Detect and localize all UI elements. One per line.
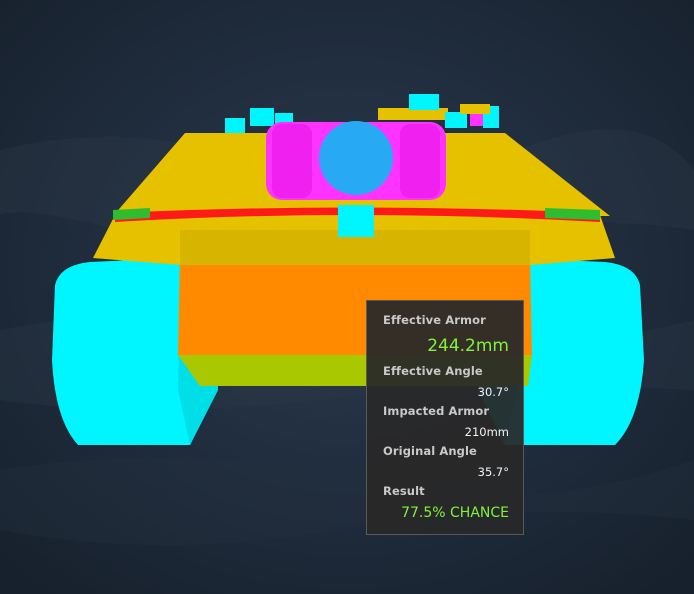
effective-angle-label: Effective Angle xyxy=(383,364,483,378)
result-label: Result xyxy=(383,484,425,498)
result-value: 77.5% CHANCE xyxy=(401,505,509,521)
original-angle-value: 35.7° xyxy=(477,465,509,479)
effective-armor-value: 244.2mm xyxy=(427,336,509,356)
tank-armor-model[interactable] xyxy=(0,0,694,594)
impacted-armor-value: 210mm xyxy=(464,425,509,439)
impacted-armor-label: Impacted Armor xyxy=(383,404,490,418)
effective-armor-label: Effective Armor xyxy=(383,313,486,327)
armor-info-tooltip: Effective Armor 244.2mm Effective Angle … xyxy=(366,300,524,535)
original-angle-label: Original Angle xyxy=(383,444,477,458)
effective-angle-value: 30.7° xyxy=(477,385,509,399)
